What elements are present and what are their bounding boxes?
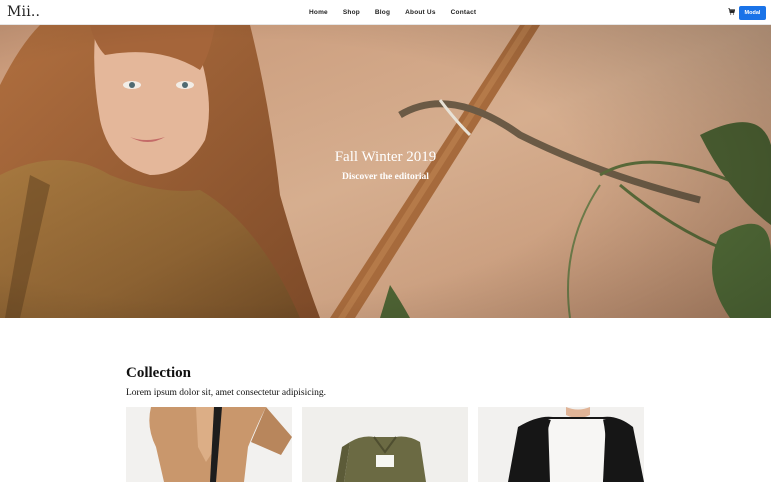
nav-blog[interactable]: Blog [375,9,390,16]
modal-button[interactable]: Modal [739,6,766,20]
cart-icon[interactable] [728,8,735,15]
nav-shop[interactable]: Shop [343,9,360,16]
product-card[interactable] [478,407,644,482]
nav-about-us[interactable]: About Us [405,9,436,16]
collection-title: Collection [126,365,191,381]
product-image [126,407,292,482]
collection-description: Lorem ipsum dolor sit, amet consectetur … [126,388,326,398]
main-nav: Home Shop Blog About Us Contact [309,9,476,16]
product-card[interactable] [126,407,292,482]
nav-contact[interactable]: Contact [451,9,477,16]
hero-subtitle-link[interactable]: Discover the editorial [0,172,771,182]
nav-home[interactable]: Home [309,9,328,16]
top-navbar: Mii.. Home Shop Blog About Us Contact Mo… [0,0,771,25]
hero-title: Fall Winter 2019 [334,149,437,165]
product-card[interactable] [302,407,468,482]
hero-banner: Fall Winter 2019 Discover the editorial [0,25,771,318]
product-image [302,407,468,482]
site-logo[interactable]: Mii.. [7,4,40,20]
product-image [478,407,644,482]
